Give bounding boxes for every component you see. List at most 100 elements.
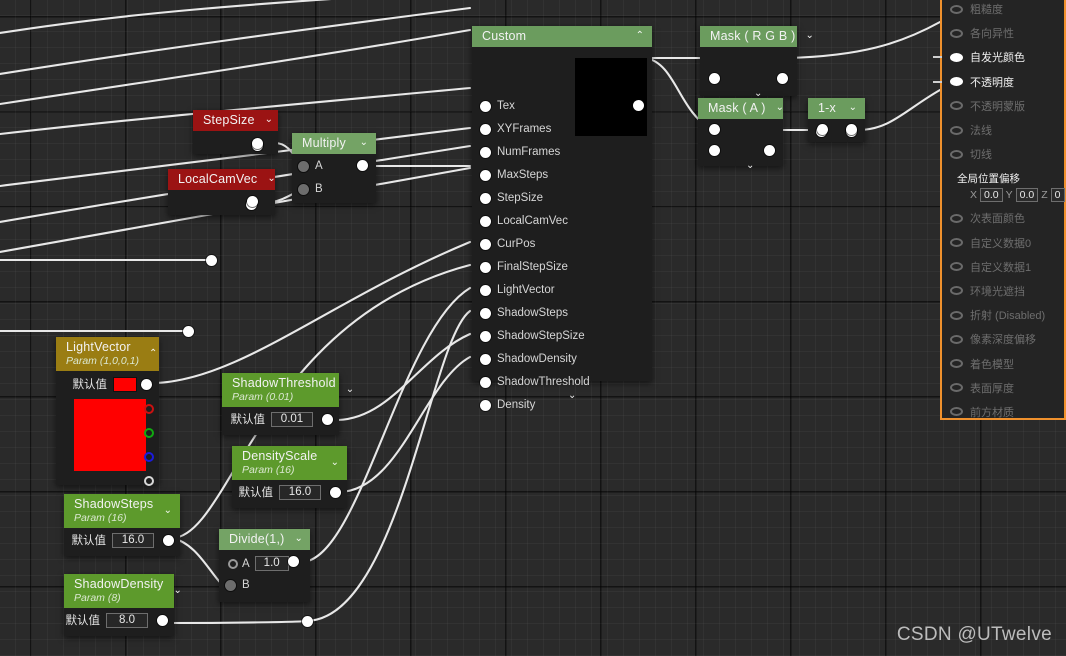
node-localcamvec-var[interactable]: LocalCamVec ⌄	[168, 169, 276, 215]
node-pin-row[interactable]: Tex	[480, 100, 515, 112]
chevron-up-icon[interactable]: ⌃	[636, 31, 644, 41]
wire-knot[interactable]	[709, 124, 720, 135]
output-pin-a[interactable]	[144, 476, 154, 487]
chevron-down-icon[interactable]: ⌄	[265, 115, 273, 125]
chevron-down-icon[interactable]: ⌄	[776, 103, 784, 113]
node-stepsize-var[interactable]: StepSize ⌄	[193, 110, 278, 154]
input-pin-a[interactable]	[228, 558, 238, 569]
input-pin-b[interactable]	[298, 183, 309, 195]
pin-icon[interactable]	[950, 52, 963, 62]
input-pin[interactable]	[480, 261, 491, 273]
output-row-world-position-offset[interactable]: 全局位置偏移 X 0.0 Y 0.0 Z 0	[942, 166, 1065, 206]
input-pin[interactable]	[480, 376, 491, 388]
node-lightvector-param[interactable]: LightVector Param (1,0,0,1) ⌃ 默认值	[56, 337, 159, 487]
output-pin-r[interactable]	[144, 404, 154, 415]
divide-a-input[interactable]: 1.0	[254, 556, 289, 572]
output-pin-b[interactable]	[144, 452, 154, 463]
pin-icon[interactable]	[950, 334, 963, 344]
input-pin[interactable]	[480, 215, 491, 227]
node-shadowdensity-header[interactable]: ShadowDensity Param (8) ⌄	[64, 574, 182, 609]
color-preview[interactable]	[74, 399, 146, 472]
default-value-input[interactable]: 16.0	[112, 532, 154, 548]
wire-knot[interactable]	[247, 196, 258, 207]
output-pin[interactable]	[777, 73, 788, 85]
pin-icon[interactable]	[950, 4, 963, 14]
node-pin-row[interactable]: CurPos	[480, 238, 535, 250]
pin-icon[interactable]	[950, 149, 963, 159]
pin-icon[interactable]	[950, 125, 963, 135]
node-pin-row[interactable]: MaxSteps	[480, 169, 548, 181]
node-one-minus-x[interactable]: 1-x ⌄	[808, 98, 865, 142]
node-shadowsteps-param[interactable]: ShadowSteps Param (16) ⌄ 默认值 16.0	[64, 494, 180, 556]
input-pin[interactable]	[480, 307, 491, 319]
chevron-down-icon[interactable]: ⌄	[331, 457, 339, 468]
axis-z-input[interactable]: 0	[1050, 187, 1065, 202]
chevron-down-icon[interactable]: ⌄	[805, 31, 813, 41]
output-row-custom-data-0[interactable]: 自定义数据0	[942, 231, 1064, 255]
input-pin[interactable]	[480, 330, 491, 342]
node-pin-row[interactable]: ShadowDensity	[480, 353, 577, 365]
pin-icon[interactable]	[950, 310, 963, 320]
node-pin-row[interactable]: ShadowSteps	[480, 307, 568, 319]
pin-icon[interactable]	[950, 238, 963, 248]
output-row-emissive-color[interactable]: 自发光颜色	[933, 45, 1064, 69]
node-multiply[interactable]: Multiply ⌄ A B	[292, 133, 376, 203]
node-pin-row[interactable]: Density	[480, 399, 535, 411]
output-row-shading-model[interactable]: 着色模型	[942, 351, 1064, 375]
pin-icon[interactable]	[950, 77, 963, 87]
node-mask-rgb[interactable]: Mask ( R G B ) ⌄ ⌄	[700, 26, 814, 99]
node-custom-header[interactable]: Custom ⌃	[472, 26, 652, 48]
node-one-minus-x-header[interactable]: 1-x ⌄	[808, 98, 865, 120]
node-mask-rgb-header[interactable]: Mask ( R G B ) ⌄	[700, 26, 814, 48]
wire-knot[interactable]	[206, 255, 217, 266]
pin-icon[interactable]	[950, 262, 963, 272]
node-pin-row[interactable]: ShadowThreshold	[480, 376, 590, 388]
node-pin-row[interactable]: LightVector	[480, 284, 555, 296]
input-pin[interactable]	[480, 399, 491, 411]
node-custom[interactable]: Custom ⌃ Tex XYFrames NumFrames MaxSteps…	[472, 26, 652, 411]
chevron-down-icon[interactable]: ⌄	[568, 391, 576, 401]
output-row-opacity-mask[interactable]: 不透明蒙版	[942, 94, 1064, 118]
output-row-roughness[interactable]: 粗糙度	[942, 0, 1064, 21]
wire-knot[interactable]	[302, 616, 313, 627]
node-mask-a-header[interactable]: Mask ( A ) ⌄	[698, 98, 784, 120]
input-pin[interactable]	[480, 123, 491, 135]
chevron-down-icon[interactable]: ⌄	[360, 138, 368, 148]
output-row-opacity[interactable]: 不透明度	[933, 70, 1064, 94]
chevron-down-icon[interactable]: ⌄	[267, 174, 275, 184]
output-row-anisotropy[interactable]: 各向异性	[942, 21, 1064, 45]
wire-knot[interactable]	[817, 124, 828, 135]
node-pin-row-a[interactable]: A	[298, 160, 323, 172]
node-shadowthreshold-header[interactable]: ShadowThreshold Param (0.01) ⌄	[222, 373, 354, 408]
node-pin-row[interactable]: ShadowStepSize	[480, 330, 585, 342]
node-shadowdensity-param[interactable]: ShadowDensity Param (8) ⌄ 默认值 8.0	[64, 574, 182, 636]
input-pin[interactable]	[480, 284, 491, 296]
output-row-tangent[interactable]: 切线	[942, 142, 1064, 166]
output-row-normal[interactable]: 法线	[942, 118, 1064, 142]
output-row-subsurface-color[interactable]: 次表面颜色	[942, 206, 1064, 230]
node-densityscale-header[interactable]: DensityScale Param (16) ⌄	[232, 446, 347, 481]
chevron-down-icon[interactable]: ⌄	[295, 534, 303, 544]
input-pin[interactable]	[480, 192, 491, 204]
chevron-down-icon[interactable]: ⌄	[346, 384, 354, 395]
default-value-input[interactable]: 16.0	[279, 484, 321, 500]
node-densityscale-param[interactable]: DensityScale Param (16) ⌄ 默认值 16.0	[232, 446, 347, 508]
node-lightvector-header[interactable]: LightVector Param (1,0,0,1) ⌃	[56, 337, 159, 372]
node-pin-row-b[interactable]: B	[225, 579, 250, 591]
axis-x-input[interactable]: 0.0	[980, 187, 1003, 202]
output-row-refraction[interactable]: 折射 (Disabled)	[942, 303, 1064, 327]
node-pin-row[interactable]: XYFrames	[480, 123, 551, 135]
pin-icon[interactable]	[950, 101, 963, 111]
input-pin[interactable]	[480, 169, 491, 181]
node-stepsize-header[interactable]: StepSize ⌄	[193, 110, 278, 132]
input-pin[interactable]	[709, 145, 720, 157]
default-value-input[interactable]: 8.0	[106, 612, 148, 628]
wire-knot[interactable]	[183, 326, 194, 337]
wire-knot[interactable]	[252, 138, 263, 149]
output-pin[interactable]	[764, 145, 775, 157]
material-output-panel[interactable]: 粗糙度 各向异性 自发光颜色 不透明度 不透明蒙版 法线 切线 全局位置偏移 X…	[933, 0, 1066, 420]
wire-knot[interactable]	[846, 124, 857, 135]
node-shadowthreshold-param[interactable]: ShadowThreshold Param (0.01) ⌄ 默认值 0.01	[222, 373, 354, 435]
node-localcamvec-header[interactable]: LocalCamVec ⌄	[168, 169, 276, 191]
output-row-surface-thickness[interactable]: 表面厚度	[942, 376, 1064, 400]
